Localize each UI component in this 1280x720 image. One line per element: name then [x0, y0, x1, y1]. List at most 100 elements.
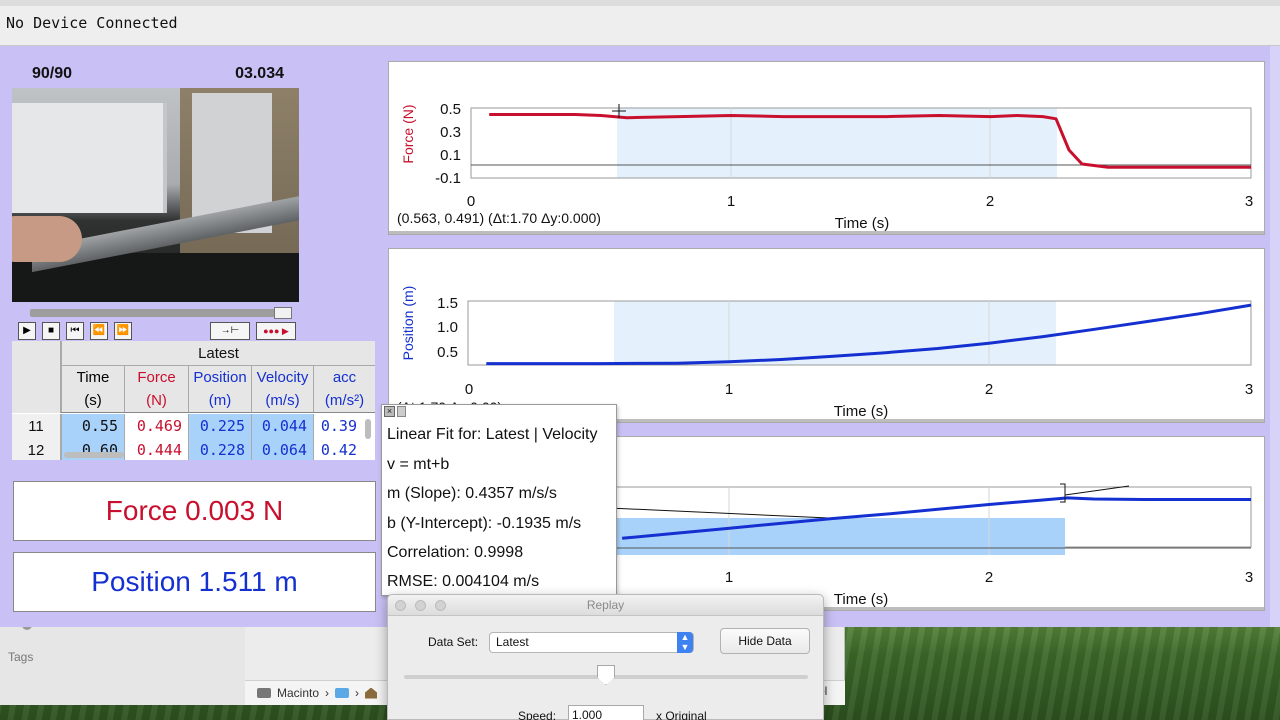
selection-region	[609, 518, 1065, 555]
chevron-right-icon: ›	[325, 686, 330, 700]
cell-acc[interactable]: 0.42	[313, 438, 363, 460]
logger-app-window: No Device Connected 90/90 03.034 ▶ ■ ⏮ ⏪…	[0, 0, 1280, 627]
column-name: acc	[332, 369, 357, 386]
window-close-icon[interactable]	[395, 600, 406, 611]
rewind-icon[interactable]: ⏪	[90, 322, 108, 340]
video-panel: 90/90 03.034 ▶ ■ ⏮ ⏪ ⏩ →⊢ ●●● ▶	[12, 60, 299, 342]
dataset-label: Data Set:	[428, 635, 479, 649]
dataset-select[interactable]: Latest ▲ ▼	[489, 632, 694, 653]
motion-trail-icon[interactable]: ●●● ▶	[256, 322, 296, 340]
column-header-velocity[interactable]: Velocity (m/s)	[251, 366, 313, 412]
x-axis-label: Time (s)	[834, 591, 888, 608]
y-tick-label: -0.1	[435, 170, 461, 187]
column-header-force[interactable]: Force (N)	[124, 366, 188, 412]
cell-velocity[interactable]: 0.044	[251, 414, 313, 438]
fit-equation: v = mt+b	[387, 456, 450, 473]
force-meter: Force 0.003 N	[13, 481, 376, 541]
slider-knob[interactable]	[597, 665, 615, 685]
sync-icon[interactable]: →⊢	[210, 322, 250, 340]
folder-icon	[335, 688, 350, 698]
cell-force[interactable]: 0.469	[124, 414, 188, 438]
x-tick-label: 3	[1245, 381, 1253, 398]
device-status-bar: No Device Connected	[0, 6, 1280, 46]
column-unit: (m/s²)	[324, 392, 365, 409]
video-scrubber[interactable]	[30, 307, 292, 319]
position-meter: Position 1.511 m	[13, 552, 376, 612]
hide-data-button[interactable]: Hide Data	[720, 628, 810, 654]
y-tick-label: 0.3	[440, 124, 461, 141]
linear-fit-panel[interactable]: × Linear Fit for: Latest | Velocity v = …	[381, 404, 617, 596]
column-headers: Time (s) Force (N) Position (m) Velocity…	[61, 366, 375, 413]
dataset-header: Latest	[61, 341, 375, 366]
column-header-time[interactable]: Time (s)	[61, 366, 124, 412]
x-tick-label: 2	[985, 569, 993, 586]
fit-intercept: b (Y-Intercept): -0.1935 m/s	[387, 515, 582, 532]
window-zoom-icon[interactable]	[435, 600, 446, 611]
speed-input[interactable]: 1.000	[568, 705, 644, 720]
x-tick-label: 2	[986, 193, 994, 210]
row-index: 12	[12, 438, 61, 460]
speed-suffix: x Original	[656, 709, 707, 720]
device-status-text: No Device Connected	[6, 14, 178, 32]
dataset-value: Latest	[496, 635, 529, 649]
column-name: Time	[76, 369, 110, 386]
table-vertical-scrollbar[interactable]	[365, 419, 371, 439]
position-graph-canvas[interactable]: 1.5 1.0 0.5 0 1 2 3 Time (s) Position (m…	[389, 249, 1266, 424]
whiteboard	[12, 103, 167, 213]
video-frame[interactable]	[12, 88, 299, 302]
stop-icon[interactable]: ■	[42, 322, 60, 340]
x-tick-label: 0	[465, 381, 473, 398]
chevron-updown-icon: ▲ ▼	[677, 632, 693, 653]
table-horizontal-scrollbar[interactable]	[64, 452, 124, 458]
fit-slope: m (Slope): 0.4357 m/s/s	[387, 485, 557, 502]
window-scrollbar[interactable]	[1270, 46, 1280, 627]
skip-start-icon[interactable]: ⏮	[66, 322, 84, 340]
column-name: Position	[193, 369, 247, 386]
replay-title: Replay	[586, 598, 625, 612]
x-tick-label: 1	[727, 193, 735, 210]
cell-velocity[interactable]: 0.064	[251, 438, 313, 460]
video-time: 03.034	[235, 65, 284, 82]
chevron-right-icon: ›	[355, 686, 360, 700]
x-tick-label: 3	[1245, 569, 1253, 586]
fit-line	[608, 507, 830, 519]
x-tick-label: 2	[985, 381, 993, 398]
column-unit: (N)	[146, 392, 167, 409]
cell-position[interactable]: 0.228	[188, 438, 251, 460]
frame-counter: 90/90	[32, 65, 73, 82]
x-tick-label: 1	[725, 569, 733, 586]
video-header: 90/90 03.034	[12, 60, 299, 88]
selection-region	[617, 108, 1057, 178]
y-axis-label: Force (N)	[400, 104, 416, 163]
position-graph[interactable]: 1.5 1.0 0.5 0 1 2 3 Time (s) Position (m…	[388, 248, 1265, 423]
column-header-position[interactable]: Position (m)	[188, 366, 251, 412]
scrubber-knob[interactable]	[274, 307, 292, 319]
cell-acc[interactable]: 0.39	[313, 414, 363, 438]
window-minimize-icon[interactable]	[415, 600, 426, 611]
y-tick-label: 0.5	[437, 344, 458, 361]
column-unit: (m/s)	[265, 392, 300, 409]
column-unit: (m)	[208, 392, 232, 409]
x-tick-label: 1	[725, 381, 733, 398]
y-tick-label: 0.1	[440, 147, 461, 164]
disk-icon	[257, 688, 271, 698]
force-graph[interactable]: 0.5 0.3 0.1 -0.1 0 1 2 3 Time (s) Force …	[388, 61, 1265, 235]
fast-forward-icon[interactable]: ⏩	[114, 322, 132, 340]
table-row[interactable]: 11 0.55 0.469 0.225 0.044 0.39	[12, 414, 363, 438]
x-tick-label: 0	[467, 193, 475, 210]
column-header-acc[interactable]: acc (m/s²)	[313, 366, 375, 412]
cell-time[interactable]: 0.55	[61, 414, 124, 438]
cell-position[interactable]: 0.225	[188, 414, 251, 438]
home-icon	[365, 687, 378, 699]
options-icon[interactable]	[397, 406, 406, 417]
data-table: Latest Time (s) Force (N) Position (m) V…	[12, 341, 375, 460]
x-axis-label: Time (s)	[834, 403, 888, 420]
replay-position-slider[interactable]	[404, 665, 808, 685]
replay-title-bar[interactable]: Replay	[388, 595, 823, 616]
cell-force[interactable]: 0.444	[124, 438, 188, 460]
column-unit: (s)	[84, 392, 102, 409]
path-label[interactable]: Macinto	[277, 686, 319, 700]
close-icon[interactable]: ×	[384, 406, 395, 417]
table-corner	[12, 341, 61, 413]
play-icon[interactable]: ▶	[18, 322, 36, 340]
